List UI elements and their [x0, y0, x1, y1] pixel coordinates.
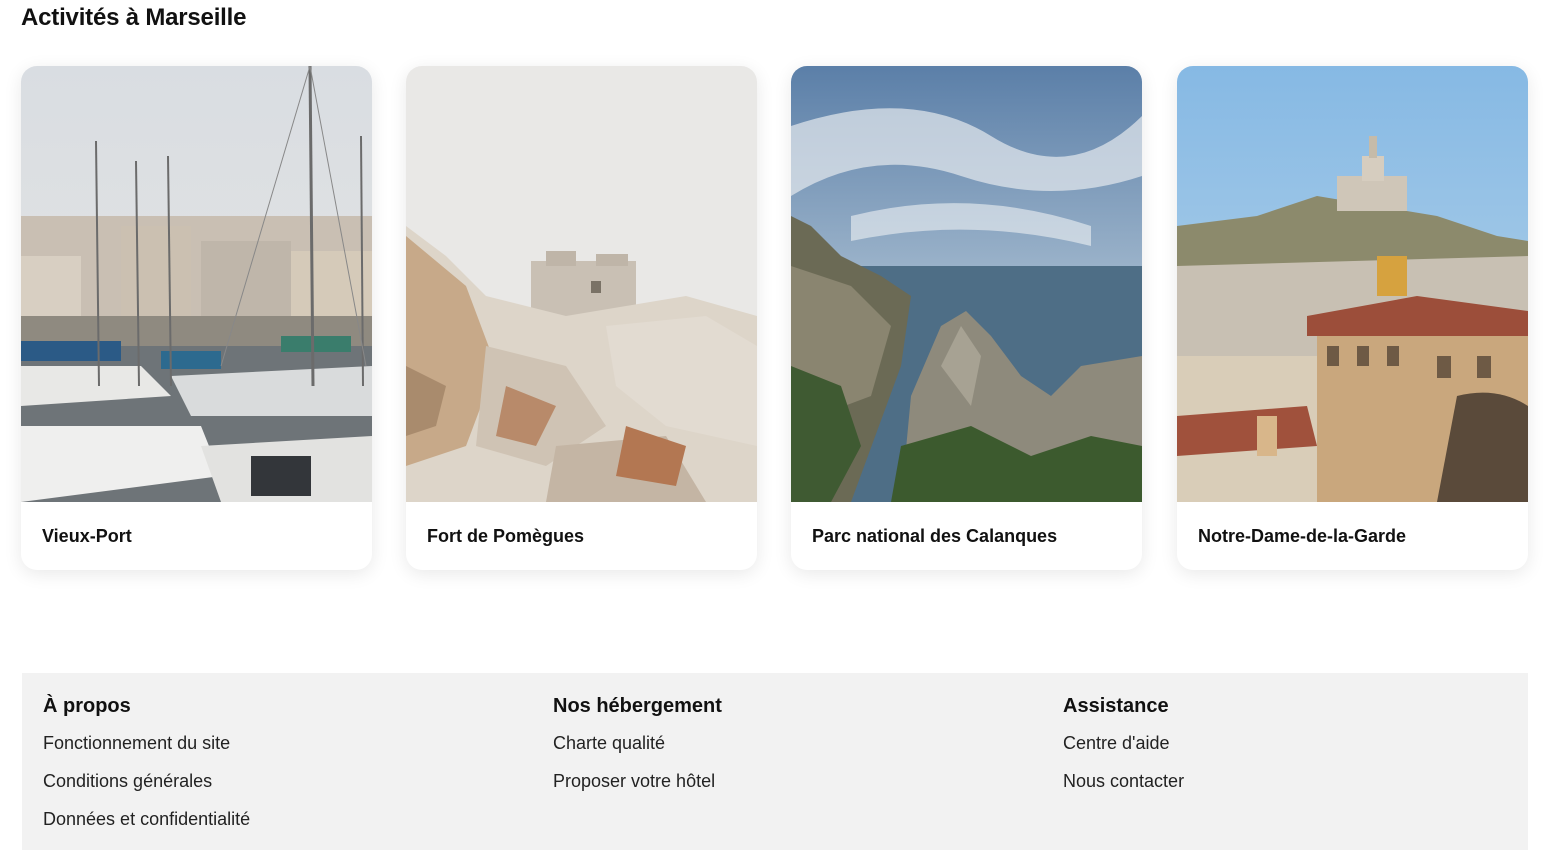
footer-link-centre-aide[interactable]: Centre d'aide	[1063, 733, 1170, 753]
footer-link-donnees[interactable]: Données et confidentialité	[43, 809, 250, 829]
footer-column-assistance: Assistance Centre d'aide Nous contacter	[1063, 695, 1184, 810]
footer-links: Centre d'aide Nous contacter	[1063, 734, 1184, 810]
card-image-notre-dame-de-la-garde	[1177, 66, 1528, 502]
activity-cards: Vieux-Port Fort de Pomègues Parc nationa…	[21, 66, 1528, 570]
footer-heading: Nos hébergement	[553, 695, 722, 717]
card-label: Notre-Dame-de-la-Garde	[1198, 526, 1407, 546]
card-label: Fort de Pomègues	[427, 526, 585, 546]
footer-link-conditions[interactable]: Conditions générales	[43, 771, 212, 791]
footer-column-hebergement: Nos hébergement Charte qualité Proposer …	[553, 695, 722, 810]
footer-link-charte[interactable]: Charte qualité	[553, 733, 665, 753]
card-label: Vieux-Port	[42, 526, 132, 546]
site-footer: À propos Fonctionnement du site Conditio…	[22, 673, 1528, 850]
footer-links: Charte qualité Proposer votre hôtel	[553, 734, 722, 810]
footer-link-proposer-hotel[interactable]: Proposer votre hôtel	[553, 771, 715, 791]
activity-card-notre-dame-de-la-garde[interactable]: Notre-Dame-de-la-Garde	[1177, 66, 1528, 570]
footer-heading: Assistance	[1063, 695, 1169, 717]
footer-column-a-propos: À propos Fonctionnement du site Conditio…	[43, 695, 250, 848]
activity-card-parc-national-des-calanques[interactable]: Parc national des Calanques	[791, 66, 1142, 570]
footer-heading: À propos	[43, 695, 131, 717]
section-title: Activités à Marseille	[21, 4, 247, 31]
activity-card-fort-de-pomegues[interactable]: Fort de Pomègues	[406, 66, 757, 570]
footer-link-fonctionnement[interactable]: Fonctionnement du site	[43, 733, 230, 753]
card-label: Parc national des Calanques	[812, 526, 1058, 546]
footer-link-contact[interactable]: Nous contacter	[1063, 771, 1184, 791]
activity-card-vieux-port[interactable]: Vieux-Port	[21, 66, 372, 570]
card-image-vieux-port	[21, 66, 372, 502]
card-image-fort-de-pomegues	[406, 66, 757, 502]
card-image-parc-national-des-calanques	[791, 66, 1142, 502]
footer-links: Fonctionnement du site Conditions généra…	[43, 734, 250, 848]
